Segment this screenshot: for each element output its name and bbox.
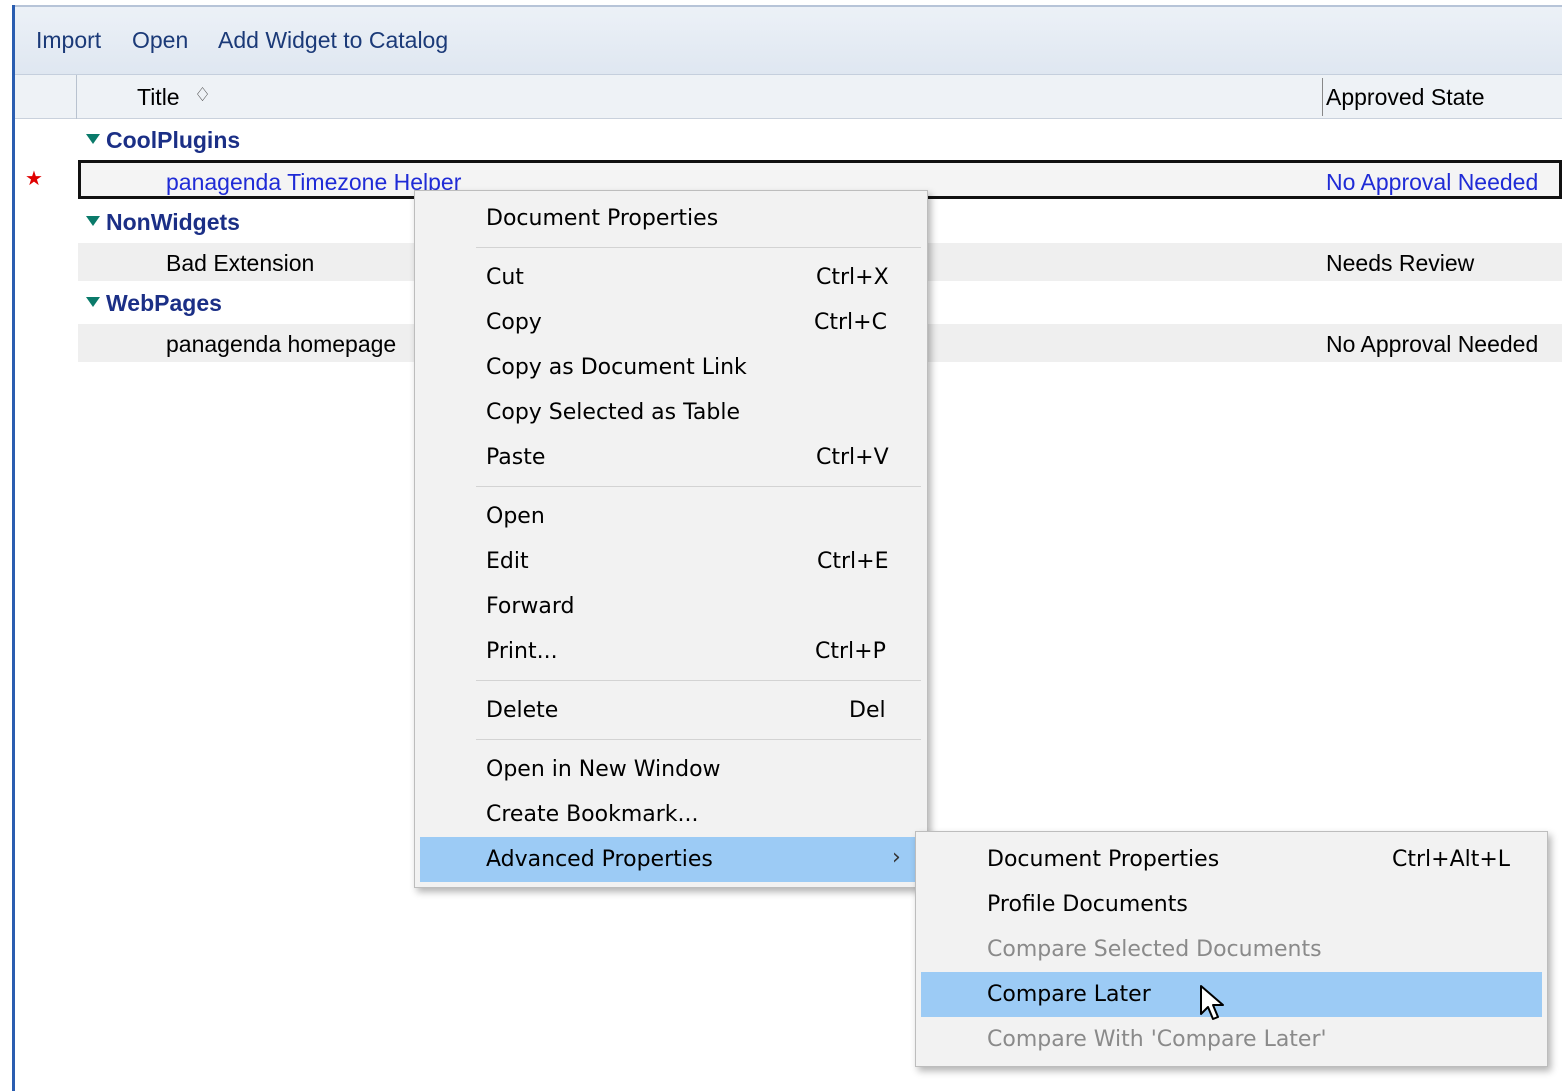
menu-separator: [476, 680, 921, 681]
menu-item-delete[interactable]: Delete Del: [415, 688, 927, 733]
menu-item-open[interactable]: Open: [415, 494, 927, 539]
column-title-header[interactable]: Title: [137, 84, 180, 111]
import-button[interactable]: Import: [36, 27, 101, 54]
row-approved-state: No Approval Needed: [1326, 331, 1539, 357]
submenu-item-profile-documents[interactable]: Profile Documents: [916, 882, 1547, 927]
column-divider[interactable]: [76, 75, 77, 119]
menu-item-copy-as-document-link[interactable]: Copy as Document Link: [415, 345, 927, 390]
submenu-item-compare-later[interactable]: Compare Later: [921, 972, 1542, 1017]
row-approved-state: Needs Review: [1326, 250, 1475, 276]
row-title[interactable]: Bad Extension: [166, 250, 314, 277]
advanced-properties-submenu: Document Properties Ctrl+Alt+L Profile D…: [915, 831, 1548, 1067]
column-approved-state-header[interactable]: Approved State: [1326, 84, 1485, 111]
category-webpages[interactable]: WebPages: [86, 290, 222, 317]
add-widget-to-catalog-button[interactable]: Add Widget to Catalog: [218, 27, 448, 54]
menu-item-cut[interactable]: Cut Ctrl+X: [415, 255, 927, 300]
submenu-item-document-properties[interactable]: Document Properties Ctrl+Alt+L: [916, 837, 1547, 882]
view-left-border: [12, 5, 15, 1091]
submenu-item-compare-with-compare-later[interactable]: Compare With 'Compare Later': [916, 1017, 1547, 1062]
unread-star-icon: ★: [25, 168, 43, 190]
row-title[interactable]: panagenda homepage: [166, 331, 396, 358]
menu-item-create-bookmark[interactable]: Create Bookmark...: [415, 792, 927, 837]
category-nonwidgets[interactable]: NonWidgets: [86, 209, 240, 236]
open-button[interactable]: Open: [132, 27, 188, 54]
expand-triangle-icon[interactable]: [86, 134, 100, 144]
submenu-arrow-icon: ›: [892, 845, 901, 870]
menu-item-open-in-new-window[interactable]: Open in New Window: [415, 747, 927, 792]
menu-item-document-properties[interactable]: Document Properties: [415, 196, 927, 241]
row-approved-state: No Approval Needed: [1326, 169, 1539, 195]
menu-item-paste[interactable]: Paste Ctrl+V: [415, 435, 927, 480]
context-menu: Document Properties Cut Ctrl+X Copy Ctrl…: [414, 190, 928, 888]
menu-item-edit[interactable]: Edit Ctrl+E: [415, 539, 927, 584]
category-coolplugins[interactable]: CoolPlugins: [86, 127, 240, 154]
menu-item-advanced-properties[interactable]: Advanced Properties ›: [420, 837, 922, 882]
menu-separator: [476, 247, 921, 248]
menu-item-copy-selected-as-table[interactable]: Copy Selected as Table: [415, 390, 927, 435]
menu-item-copy[interactable]: Copy Ctrl+C: [415, 300, 927, 345]
mouse-pointer-icon: [1200, 985, 1224, 1020]
menu-item-forward[interactable]: Forward: [415, 584, 927, 629]
expand-triangle-icon[interactable]: [86, 297, 100, 307]
menu-item-print[interactable]: Print... Ctrl+P: [415, 629, 927, 674]
column-divider[interactable]: [1322, 78, 1323, 116]
expand-triangle-icon[interactable]: [86, 216, 100, 226]
menu-separator: [476, 739, 921, 740]
menu-separator: [476, 486, 921, 487]
submenu-item-compare-selected-documents[interactable]: Compare Selected Documents: [916, 927, 1547, 972]
sort-icon[interactable]: ♢: [194, 84, 211, 107]
